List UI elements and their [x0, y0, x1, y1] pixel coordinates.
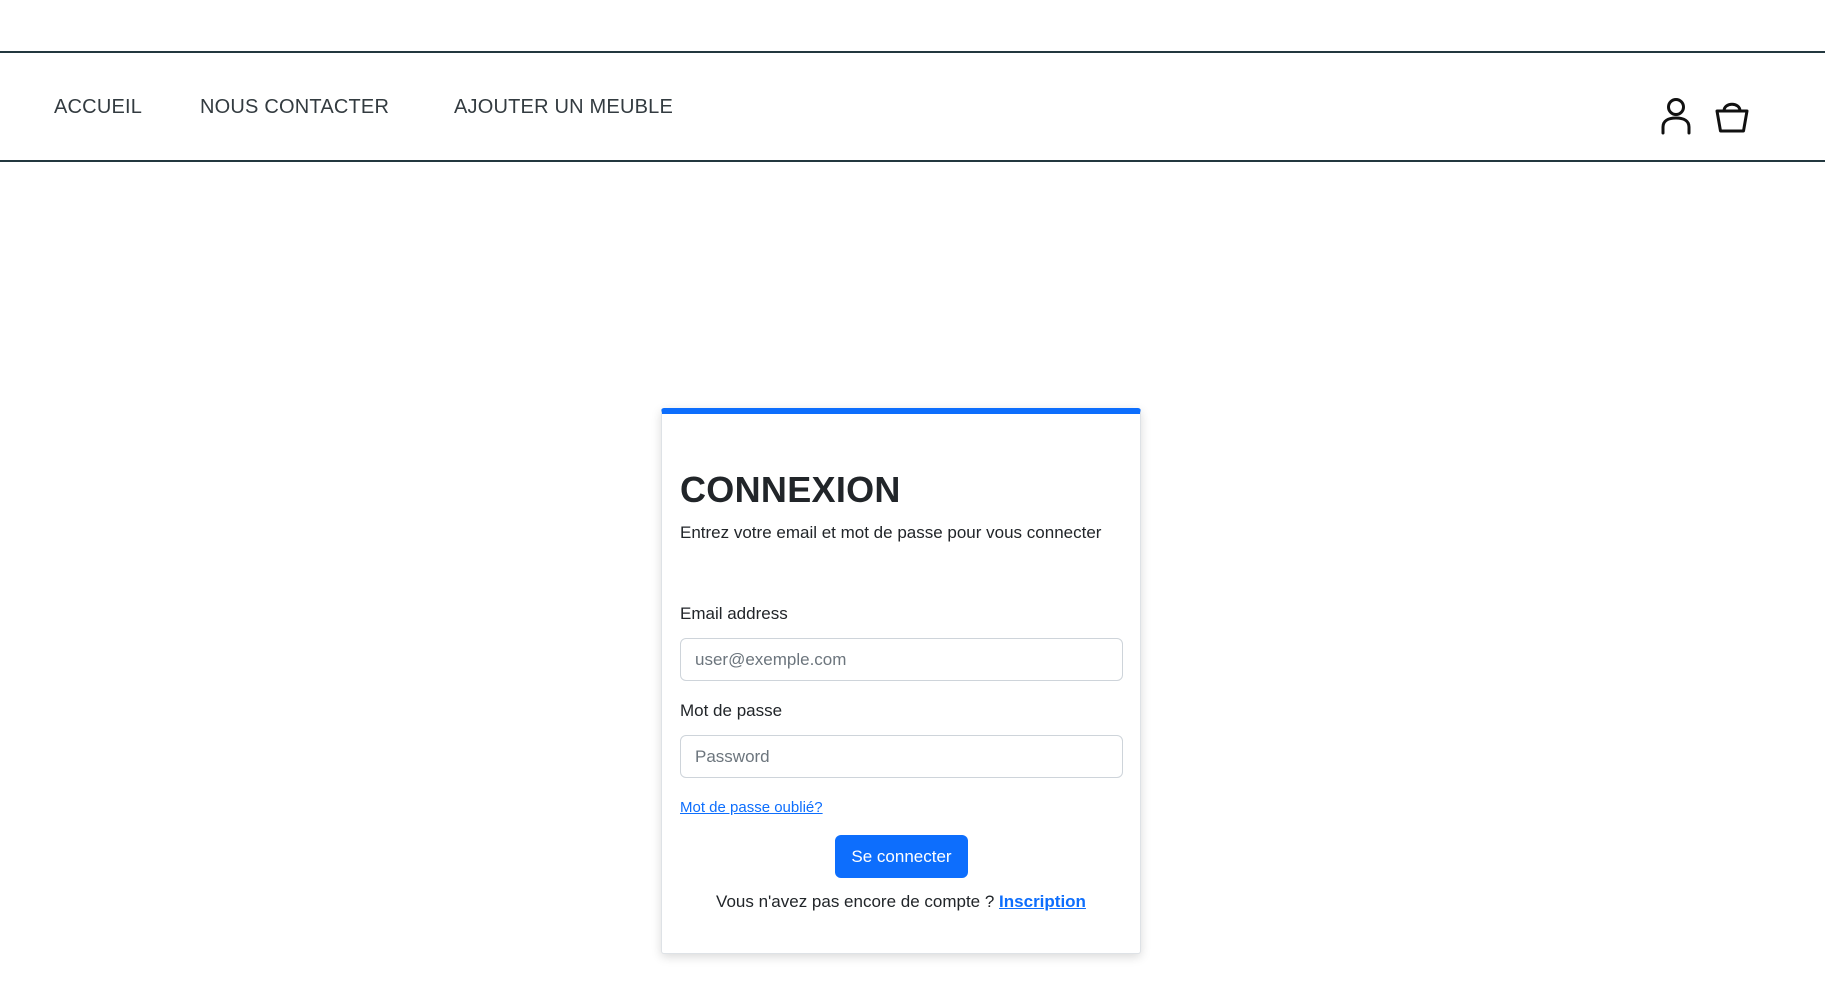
login-button[interactable]: Se connecter	[835, 835, 968, 878]
password-label: Mot de passe	[680, 701, 783, 720]
page: ACCUEIL NOUS CONTACTER AJOUTER UN MEUBLE…	[0, 0, 1825, 986]
login-title: CONNEXION	[680, 469, 901, 510]
signup-row: Vous n'avez pas encore de compte ? Inscr…	[662, 892, 1140, 912]
login-subtitle: Entrez votre email et mot de passe pour …	[680, 523, 1102, 542]
login-card: CONNEXION Entrez votre email et mot de p…	[661, 408, 1141, 954]
email-label: Email address	[680, 604, 788, 623]
password-field[interactable]	[680, 735, 1123, 778]
signup-link[interactable]: Inscription	[999, 892, 1086, 911]
forgot-password-link[interactable]: Mot de passe oublié?	[680, 799, 823, 816]
shopping-bag-icon[interactable]	[1712, 96, 1752, 136]
nav-item-nous-contacter[interactable]: NOUS CONTACTER	[200, 97, 389, 117]
nav-item-accueil[interactable]: ACCUEIL	[54, 97, 142, 117]
user-icon[interactable]	[1656, 96, 1696, 136]
email-field[interactable]	[680, 638, 1123, 681]
nav-item-ajouter-un-meuble[interactable]: AJOUTER UN MEUBLE	[454, 97, 673, 117]
signup-prompt: Vous n'avez pas encore de compte ?	[716, 892, 995, 911]
top-navbar: ACCUEIL NOUS CONTACTER AJOUTER UN MEUBLE	[0, 51, 1825, 162]
